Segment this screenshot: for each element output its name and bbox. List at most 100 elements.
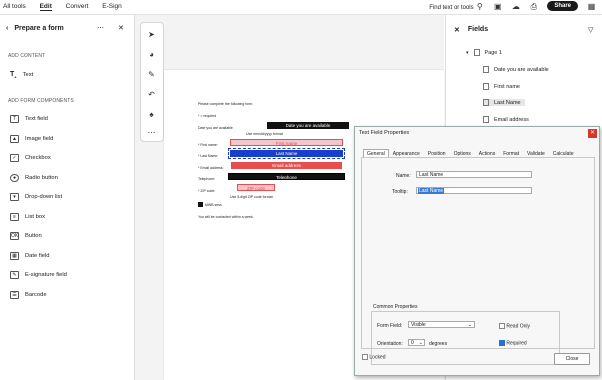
add-text-label: Text: [22, 72, 34, 79]
component-text-field[interactable]: T Text field: [10, 115, 48, 123]
add-text-item[interactable]: T+ Text: [10, 71, 33, 79]
field-label: First name: [494, 83, 520, 90]
tree-field-item[interactable]: Email address: [483, 116, 529, 123]
component-label: Drop-down list: [25, 194, 63, 200]
cursor-icon[interactable]: ➤: [146, 29, 157, 40]
component-list-box[interactable]: ≡ List box: [10, 213, 45, 221]
component-checkbox[interactable]: ✓ Checkbox: [10, 154, 51, 162]
date-form-field[interactable]: Date you are available: [267, 122, 349, 129]
menu-all-tools[interactable]: All tools: [3, 3, 26, 10]
common-properties-title: Common Properties: [372, 304, 419, 310]
zip-format-hint: Use 5-digit ZIP code format.: [230, 195, 274, 199]
telephone-label: Telephone:: [198, 177, 216, 181]
text-field-icon: [483, 83, 489, 90]
date-format-hint: Use mm/dd/yyyy format: [246, 132, 283, 136]
app-menu-icon[interactable]: ▦: [587, 2, 596, 11]
name-field[interactable]: Last Name: [416, 171, 532, 178]
component-label: Button: [25, 233, 42, 239]
component-dropdown-list[interactable]: ▾ Drop-down list: [10, 193, 62, 201]
zip-label: * ZIP code:: [198, 189, 216, 193]
component-esignature-field[interactable]: ✎ E-signature field: [10, 271, 67, 279]
quick-tools-strip: ➤ ◕ ✎ ↶ ♠ ⋯: [140, 22, 164, 142]
panel-title: Prepare a form: [14, 25, 64, 32]
filter-icon[interactable]: ▽: [588, 26, 593, 34]
chevron-down-icon: ⌄: [467, 322, 472, 328]
dialog-title: Text Field Properties: [359, 130, 410, 136]
share-button[interactable]: Share: [547, 1, 578, 11]
close-icon[interactable]: ✕: [588, 129, 597, 138]
menu-edit[interactable]: Edit: [39, 3, 52, 11]
close-icon[interactable]: ✕: [118, 24, 124, 32]
checkbox-icon: ✓: [10, 154, 19, 162]
email-form-field[interactable]: Email address: [231, 162, 342, 169]
search-icon: ⚲: [476, 1, 483, 11]
required-checkbox[interactable]: Required: [499, 340, 527, 346]
fields-title: Fields: [467, 26, 489, 33]
more-tools-icon[interactable]: ⋯: [146, 127, 157, 138]
upload-icon[interactable]: ☁: [511, 2, 520, 11]
field-label: Last Name: [494, 99, 521, 106]
checkbox-icon: [362, 354, 368, 360]
tree-field-item-selected[interactable]: Last Name: [483, 99, 525, 106]
menu-esign[interactable]: E-Sign: [102, 3, 122, 10]
remark-text: MWB sess: [205, 203, 222, 207]
save-icon[interactable]: ▣: [493, 2, 502, 11]
stamp-icon[interactable]: ♠: [146, 109, 157, 120]
orientation-select[interactable]: 0 ⌄: [408, 339, 425, 346]
last-name-form-field[interactable]: Last Name: [228, 148, 345, 159]
component-label: Date field: [25, 253, 50, 259]
dropdown-list-icon: ▾: [10, 193, 19, 201]
draw-icon[interactable]: ↶: [146, 89, 157, 100]
close-icon[interactable]: ✕: [454, 26, 460, 34]
intro-text: Please complete the following form.: [198, 102, 254, 106]
component-label: Radio button: [25, 175, 58, 181]
radio-button-icon: ●: [10, 174, 19, 182]
tooltip-field[interactable]: Last Name: [416, 187, 532, 194]
more-options-icon[interactable]: ⋯: [97, 24, 104, 32]
find-text-or-tools[interactable]: Find text or tools ⚲: [429, 2, 484, 11]
print-icon[interactable]: ⎙: [529, 2, 538, 11]
text-tool-icon: T+: [10, 71, 17, 80]
menu-convert[interactable]: Convert: [66, 3, 89, 10]
component-label: Barcode: [25, 292, 47, 298]
locked-checkbox[interactable]: Locked: [362, 354, 386, 360]
tree-page-node[interactable]: ▾ Page 1: [466, 49, 502, 56]
zip-form-field[interactable]: ZIP code: [237, 184, 275, 191]
read-only-checkbox[interactable]: Read Only: [499, 323, 530, 329]
back-arrow-icon[interactable]: ‹: [6, 25, 8, 32]
component-button[interactable]: OK Button: [10, 232, 42, 240]
component-date-field[interactable]: ▦ Date field: [10, 252, 50, 260]
first-name-form-field[interactable]: First name: [230, 139, 343, 146]
barcode-icon: ☰: [10, 291, 19, 299]
text-field-icon: T: [10, 115, 19, 123]
button-icon: OK: [10, 232, 19, 240]
comment-add-icon[interactable]: ◕: [146, 49, 157, 60]
tooltip-value: Last Name: [418, 188, 445, 194]
form-checkbox[interactable]: [198, 202, 203, 207]
checkbox-checked-icon: [499, 340, 505, 346]
orientation-value: 0: [411, 340, 414, 346]
first-name-label: * First name:: [198, 143, 218, 147]
component-image-field[interactable]: ▲ Image field: [10, 135, 53, 143]
component-label: Text field: [25, 116, 48, 122]
close-button[interactable]: Close: [554, 353, 590, 365]
field-label: Date you are available: [494, 66, 549, 73]
telephone-form-field[interactable]: Telephone: [228, 173, 345, 180]
form-field-select[interactable]: Visible ⌄: [408, 321, 475, 328]
image-field-icon: ▲: [10, 135, 19, 143]
date-label: Date you are available: [198, 126, 233, 130]
tooltip-label: Tooltip:: [392, 189, 408, 195]
footer-text: You will be contacted within a week.: [198, 215, 254, 219]
tree-field-item[interactable]: Date you are available: [483, 66, 549, 73]
component-radio-button[interactable]: ● Radio button: [10, 174, 58, 182]
locked-label: Locked: [369, 354, 386, 361]
email-label: * Email address:: [198, 166, 224, 170]
required-label: Required: [506, 340, 527, 347]
chevron-down-icon: ▾: [466, 49, 469, 56]
esignature-icon: ✎: [10, 271, 19, 279]
text-field-icon: [483, 66, 489, 73]
general-tab-body: Name: Last Name Tooltip: Last Name Commo…: [361, 157, 595, 365]
pen-icon[interactable]: ✎: [146, 69, 157, 80]
component-barcode[interactable]: ☰ Barcode: [10, 291, 47, 299]
tree-field-item[interactable]: First name: [483, 83, 520, 90]
